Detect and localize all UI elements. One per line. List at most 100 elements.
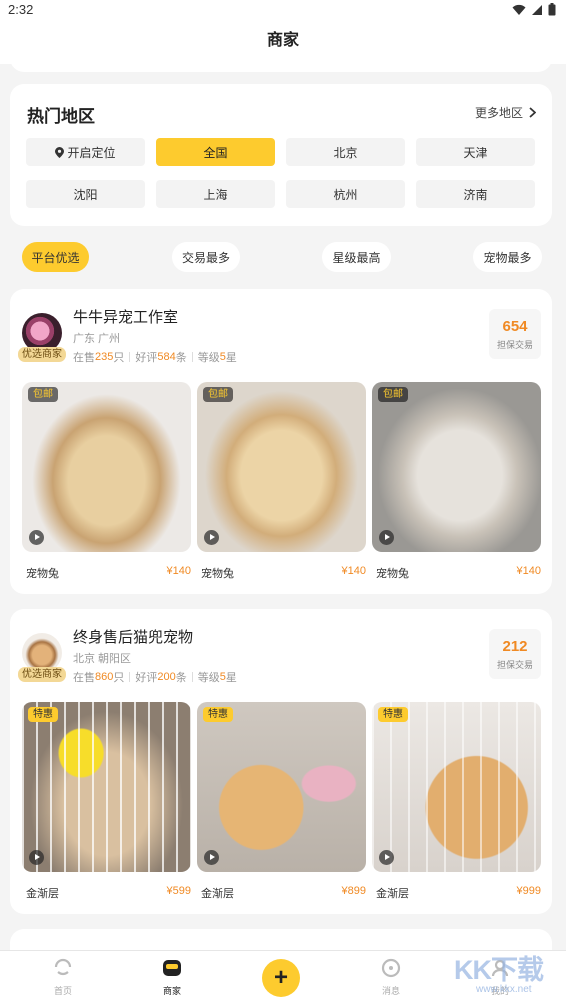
product-price: ¥899 (341, 885, 366, 897)
product-name: 宠物兔 (201, 568, 234, 580)
page-title: 商家 (266, 32, 299, 49)
sort-tabs: 平台优选 交易最多 星级最高 宠物最多 (22, 242, 542, 274)
reviews-prefix: 好评 (135, 352, 158, 364)
trade-count: 212 (502, 638, 528, 655)
trade-label: 担保交易 (496, 340, 533, 350)
reviews-count: 200 (157, 671, 176, 683)
shop-card[interactable]: 优选商家 牛牛异宠工作室 广东 广州 在售 235 只 好评 584 条 等级 … (10, 289, 552, 594)
region-jinan[interactable]: 济南 (416, 180, 535, 208)
on-sale-unit: 只 (113, 352, 125, 364)
divider (129, 672, 131, 682)
watermark-text: KK下载 (454, 955, 544, 985)
reviews-count: 584 (157, 351, 176, 363)
product-name: 宠物兔 (26, 568, 59, 580)
more-regions-label: 更多地区 (474, 106, 523, 120)
product-card[interactable]: 特惠 金渐层 ¥599 (22, 702, 191, 900)
location-pin-icon (55, 146, 65, 158)
rabbit-photo: 包邮 (197, 382, 366, 552)
play-icon (204, 530, 219, 545)
battery-icon (548, 3, 556, 16)
region-tianjin[interactable]: 天津 (416, 138, 535, 166)
play-icon (29, 850, 44, 865)
nav-shop[interactable]: 商家 (142, 957, 202, 997)
trade-count: 654 (502, 318, 528, 335)
region-beijing[interactable]: 北京 (286, 138, 405, 166)
region-shenyang[interactable]: 沈阳 (26, 180, 145, 208)
on-sale-unit: 只 (113, 672, 125, 684)
product-card[interactable]: 特惠 金渐层 ¥999 (372, 702, 541, 900)
special-offer-badge: 特惠 (378, 707, 408, 722)
cat-photo: 特惠 (22, 702, 191, 872)
level-prefix: 等级 (197, 352, 220, 364)
product-price: ¥140 (341, 565, 366, 577)
product-name: 金渐层 (376, 888, 409, 900)
shop-stats: 在售 235 只 好评 584 条 等级 5 星 (73, 349, 237, 365)
region-grid: 开启定位 全国 北京 天津 沈阳 上海 杭州 济南 (26, 138, 536, 208)
divider (129, 352, 131, 362)
shop-name: 牛牛异宠工作室 (73, 309, 179, 326)
featured-badge: 优选商家 (18, 347, 66, 362)
region-national[interactable]: 全国 (156, 138, 275, 166)
guaranteed-trade-box: 654 担保交易 (489, 309, 541, 359)
cat-photo: 特惠 (197, 702, 366, 872)
level-prefix: 等级 (197, 672, 220, 684)
add-icon: + (273, 964, 288, 991)
guaranteed-trade-box: 212 担保交易 (489, 629, 541, 679)
special-offer-badge: 特惠 (28, 707, 58, 722)
shop-location: 北京 朝阳区 (73, 653, 132, 665)
reviews-unit: 条 (175, 672, 187, 684)
tab-most-trades[interactable]: 交易最多 (172, 242, 240, 272)
region-locate-button[interactable]: 开启定位 (26, 138, 145, 166)
nav-home-label: 首页 (53, 986, 72, 996)
trade-label: 担保交易 (496, 660, 533, 670)
nav-messages[interactable]: 消息 (361, 957, 421, 997)
status-icons (512, 3, 556, 16)
product-card[interactable]: 包邮 宠物兔 ¥140 (372, 382, 541, 580)
region-locate-label: 开启定位 (67, 145, 116, 160)
level-unit: 星 (225, 672, 237, 684)
free-shipping-badge: 包邮 (28, 387, 58, 402)
product-name: 金渐层 (201, 888, 234, 900)
product-price: ¥999 (516, 885, 541, 897)
shop-card[interactable]: 优选商家 终身售后猫兜宠物 北京 朝阳区 在售 860 只 好评 200 条 等… (10, 609, 552, 914)
add-button[interactable]: + (262, 959, 300, 997)
nav-home[interactable]: 首页 (33, 957, 93, 997)
shop-name: 终身售后猫兜宠物 (73, 629, 194, 646)
top-card-edge (10, 58, 552, 72)
product-card[interactable]: 包邮 宠物兔 ¥140 (197, 382, 366, 580)
region-hangzhou[interactable]: 杭州 (286, 180, 405, 208)
tab-most-pets[interactable]: 宠物最多 (473, 242, 542, 272)
on-sale-count: 235 (95, 351, 114, 363)
product-name: 宠物兔 (376, 568, 409, 580)
nav-shop-label: 商家 (162, 986, 181, 996)
nav-messages-label: 消息 (381, 986, 400, 996)
status-time: 2:32 (8, 2, 34, 17)
tab-top-rated[interactable]: 星级最高 (322, 242, 391, 272)
cat-photo: 特惠 (372, 702, 541, 872)
product-price: ¥140 (516, 565, 541, 577)
watermark: KK下载 www.kkx.net (446, 940, 566, 1000)
status-bar: 2:32 (0, 0, 566, 22)
more-regions-link[interactable]: 更多地区 (475, 104, 536, 121)
play-icon (379, 530, 394, 545)
play-icon (29, 530, 44, 545)
on-sale-count: 860 (95, 671, 114, 683)
shop-stats: 在售 860 只 好评 200 条 等级 5 星 (73, 669, 237, 685)
free-shipping-badge: 包邮 (203, 387, 233, 402)
home-icon (54, 958, 72, 976)
product-price: ¥599 (166, 885, 191, 897)
play-icon (204, 850, 219, 865)
product-price: ¥140 (166, 565, 191, 577)
region-shanghai[interactable]: 上海 (156, 180, 275, 208)
signal-icon (532, 4, 542, 15)
special-offer-badge: 特惠 (203, 707, 233, 722)
tab-platform-picks[interactable]: 平台优选 (22, 242, 89, 272)
play-icon (379, 850, 394, 865)
product-card[interactable]: 特惠 金渐层 ¥899 (197, 702, 366, 900)
reviews-prefix: 好评 (135, 672, 158, 684)
product-card[interactable]: 包邮 宠物兔 ¥140 (22, 382, 191, 580)
hot-regions-title: 热门地区 (27, 107, 95, 126)
reviews-unit: 条 (175, 352, 187, 364)
rabbit-photo: 包邮 (372, 382, 541, 552)
message-icon (381, 958, 401, 978)
